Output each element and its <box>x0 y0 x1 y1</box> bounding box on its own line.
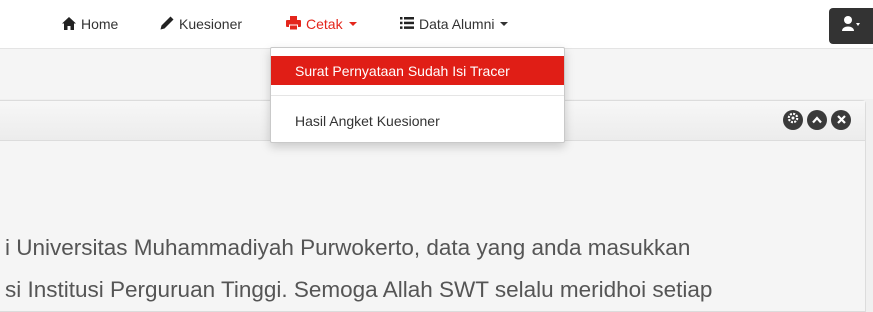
nav-home[interactable]: Home <box>62 0 118 48</box>
menu-item-hasil-angket[interactable]: Hasil Angket Kuesioner <box>271 106 564 135</box>
settings-button[interactable] <box>783 110 803 130</box>
content-text-line-2: si Institusi Perguruan Tinggi. Semoga Al… <box>5 277 713 302</box>
home-icon <box>62 16 76 32</box>
menu-divider <box>271 95 564 96</box>
nav-cetak-label: Cetak <box>306 16 343 32</box>
menu-item-surat-pernyataan[interactable]: Surat Pernyataan Sudah Isi Tracer <box>271 56 564 85</box>
nav-data-alumni-label: Data Alumni <box>419 16 495 32</box>
gear-icon <box>787 111 799 129</box>
content-text-line-1: i Universitas Muhammadiyah Purwokerto, d… <box>5 235 691 260</box>
print-icon <box>286 16 301 32</box>
pencil-icon <box>160 16 174 32</box>
user-menu-button[interactable] <box>829 8 873 44</box>
chevron-down-icon <box>500 22 509 26</box>
nav-home-label: Home <box>81 16 119 32</box>
close-icon <box>836 111 846 129</box>
user-icon <box>842 15 860 37</box>
list-icon <box>400 17 414 31</box>
chevron-up-icon <box>812 111 822 129</box>
nav-cetak[interactable]: Cetak <box>286 0 357 48</box>
panel-tools <box>783 110 851 130</box>
nav-kuesioner[interactable]: Kuesioner <box>160 0 242 48</box>
nav-kuesioner-label: Kuesioner <box>179 16 243 32</box>
collapse-button[interactable] <box>807 110 827 130</box>
close-button[interactable] <box>831 110 851 130</box>
chevron-down-icon <box>348 22 357 26</box>
nav-data-alumni[interactable]: Data Alumni <box>400 0 509 48</box>
top-navbar: Home Kuesioner Cetak Data Alumni <box>0 0 873 49</box>
cetak-dropdown-menu: Surat Pernyataan Sudah Isi Tracer Hasil … <box>270 47 565 143</box>
panel-body: i Universitas Muhammadiyah Purwokerto, d… <box>0 141 865 311</box>
